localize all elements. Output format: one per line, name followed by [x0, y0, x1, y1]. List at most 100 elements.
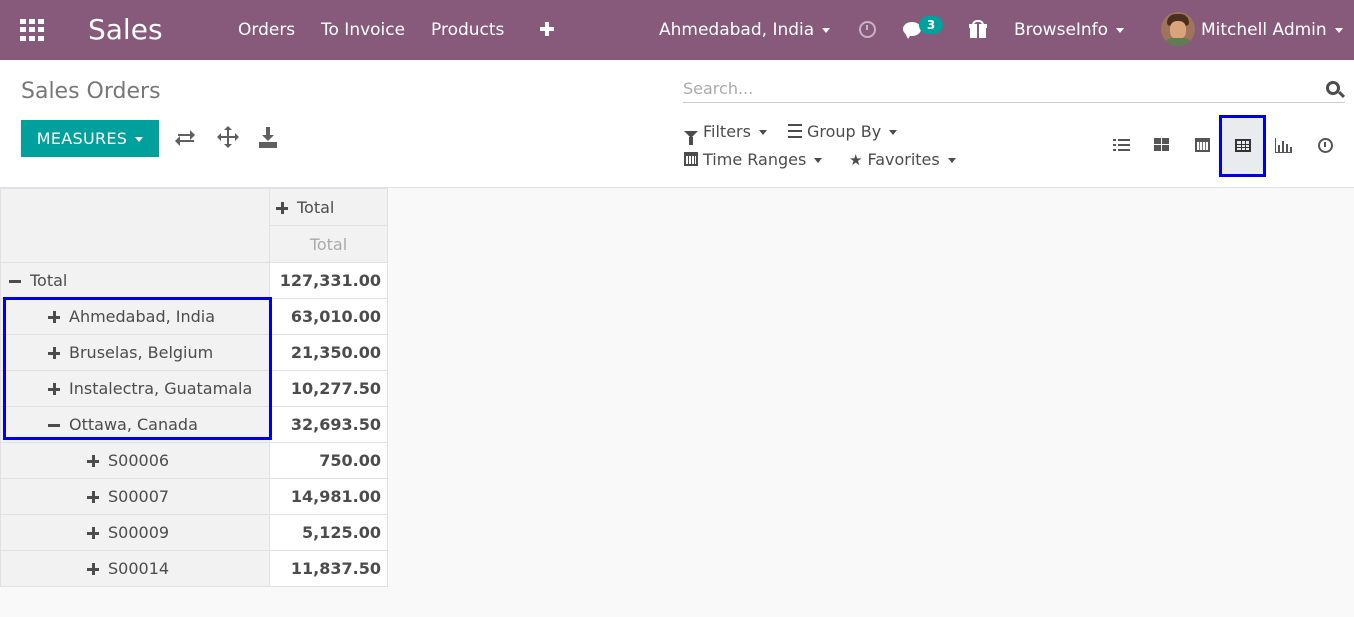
- pivot-cell-value[interactable]: 127,331.00: [269, 262, 388, 299]
- row-label: Bruselas, Belgium: [69, 343, 214, 362]
- apps-menu-icon[interactable]: [20, 19, 44, 41]
- groupby-dropdown[interactable]: Group By: [788, 121, 898, 143]
- row-label: S00009: [108, 523, 170, 542]
- pivot-row: Total 127,331.00: [0, 262, 388, 299]
- row-label: S00007: [108, 487, 170, 506]
- chevron-down-icon: [947, 158, 956, 163]
- expand-all-icon[interactable]: [216, 126, 240, 150]
- favorites-label: Favorites: [867, 150, 940, 169]
- user-name: Mitchell Admin: [1201, 20, 1327, 40]
- favorites-dropdown[interactable]: ★ Favorites: [849, 149, 956, 171]
- company-name: Ahmedabad, India: [659, 20, 815, 40]
- pivot-row-header[interactable]: Ottawa, Canada: [0, 406, 270, 443]
- bars-icon: [788, 124, 802, 138]
- pivot-row-header[interactable]: S00009: [0, 514, 270, 551]
- pivot-row: Bruselas, Belgium 21,350.00: [0, 334, 388, 371]
- company-switcher[interactable]: Ahmedabad, India: [659, 19, 831, 41]
- pivot-cell-value[interactable]: 32,693.50: [269, 406, 388, 443]
- download-xlsx-icon[interactable]: [256, 126, 280, 150]
- control-panel: Sales Orders MEASURES Filters Group By T…: [0, 60, 1354, 188]
- chevron-down-icon: [1116, 27, 1125, 33]
- kanban-view-icon[interactable]: [1151, 136, 1175, 156]
- new-menu-plus-icon[interactable]: [540, 22, 554, 36]
- chevron-down-icon: [135, 137, 144, 142]
- list-view-icon[interactable]: [1111, 136, 1135, 156]
- calendar-icon: [684, 152, 698, 166]
- pivot-body: Total 127,331.00 Ahmedabad, India 63,010.00…: [0, 262, 388, 587]
- row-label: Instalectra, Guatamala: [69, 379, 253, 398]
- pivot-row-header[interactable]: S00007: [0, 478, 270, 515]
- pivot-cell-value[interactable]: 21,350.00: [269, 334, 388, 371]
- menu-orders[interactable]: Orders: [238, 19, 295, 41]
- star-icon: ★: [849, 151, 863, 169]
- search-bar: [683, 76, 1345, 103]
- filters-label: Filters: [703, 122, 751, 141]
- pivot-view-icon: [1235, 139, 1251, 152]
- chevron-down-icon: [814, 158, 823, 163]
- chevron-down-icon: [889, 130, 898, 135]
- pivot-view-button[interactable]: [1219, 115, 1266, 177]
- search-icon[interactable]: [1326, 81, 1340, 95]
- plus-icon: [87, 491, 99, 503]
- menu-products[interactable]: Products: [431, 19, 504, 41]
- browseinfo-menu[interactable]: BrowseInfo: [1014, 19, 1125, 41]
- page-title: Sales Orders: [21, 79, 161, 104]
- user-avatar[interactable]: [1161, 12, 1195, 46]
- pivot-row-header[interactable]: S00006: [0, 442, 270, 479]
- pivot-row: S00006 750.00: [0, 442, 388, 479]
- app-name: Sales: [88, 13, 163, 46]
- gift-icon[interactable]: [969, 20, 987, 38]
- pivot-cell-value[interactable]: 14,981.00: [269, 478, 388, 515]
- pivot-row: Ottawa, Canada 32,693.50: [0, 406, 388, 443]
- pivot-cell-value[interactable]: 10,277.50: [269, 370, 388, 407]
- search-input[interactable]: [683, 76, 1303, 100]
- plus-icon: [87, 527, 99, 539]
- pivot-measure-header[interactable]: Total: [269, 225, 388, 263]
- pivot-cell-value[interactable]: 11,837.50: [269, 550, 388, 587]
- col-header-label: Total: [297, 197, 335, 217]
- user-menu[interactable]: Mitchell Admin: [1201, 19, 1343, 41]
- row-label: Ottawa, Canada: [69, 415, 198, 434]
- activity-clock-icon[interactable]: [859, 21, 876, 38]
- pivot-row-header[interactable]: Ahmedabad, India: [0, 298, 270, 335]
- chevron-down-icon: [822, 27, 831, 33]
- chevron-down-icon: [758, 130, 767, 135]
- chevron-down-icon: [1334, 27, 1343, 33]
- pivot-cell-value[interactable]: 5,125.00: [269, 514, 388, 551]
- row-label: Total: [30, 271, 68, 290]
- timeranges-label: Time Ranges: [703, 150, 807, 169]
- timeranges-dropdown[interactable]: Time Ranges: [684, 149, 823, 171]
- pivot-row-header[interactable]: Instalectra, Guatamala: [0, 370, 270, 407]
- menu-to-invoice[interactable]: To Invoice: [321, 19, 405, 41]
- plus-icon: [87, 455, 99, 467]
- pivot-row-header[interactable]: Total: [0, 262, 270, 299]
- messages-count-badge: 3: [919, 16, 943, 34]
- pivot-row: Ahmedabad, India 63,010.00: [0, 298, 388, 335]
- plus-icon: [276, 201, 288, 214]
- pivot-cell-value[interactable]: 750.00: [269, 442, 388, 479]
- pivot-row-header[interactable]: S00014: [0, 550, 270, 587]
- filter-icon: [684, 131, 698, 145]
- row-label: Ahmedabad, India: [69, 307, 216, 326]
- flip-axis-icon[interactable]: [175, 126, 199, 150]
- pivot-row: S00009 5,125.00: [0, 514, 388, 551]
- minus-icon: [9, 275, 21, 287]
- row-label: S00014: [108, 559, 170, 578]
- filters-dropdown[interactable]: Filters: [684, 121, 767, 145]
- browseinfo-label: BrowseInfo: [1014, 20, 1109, 40]
- plus-icon: [87, 563, 99, 575]
- graph-view-icon[interactable]: [1273, 136, 1297, 156]
- pivot-col-header[interactable]: Total: [269, 188, 388, 226]
- plus-icon: [48, 347, 60, 359]
- measures-button[interactable]: MEASURES: [21, 120, 159, 157]
- calendar-view-icon[interactable]: [1192, 136, 1216, 156]
- pivot-row: S00007 14,981.00: [0, 478, 388, 515]
- plus-icon: [48, 311, 60, 323]
- pivot-cell-value[interactable]: 63,010.00: [269, 298, 388, 335]
- pivot-row-header[interactable]: Bruselas, Belgium: [0, 334, 270, 371]
- pivot-row: S00014 11,837.50: [0, 550, 388, 587]
- activity-view-icon[interactable]: [1318, 138, 1333, 153]
- pivot-row: Instalectra, Guatamala 10,277.50: [0, 370, 388, 407]
- measures-label: MEASURES: [36, 129, 128, 148]
- plus-icon: [48, 383, 60, 395]
